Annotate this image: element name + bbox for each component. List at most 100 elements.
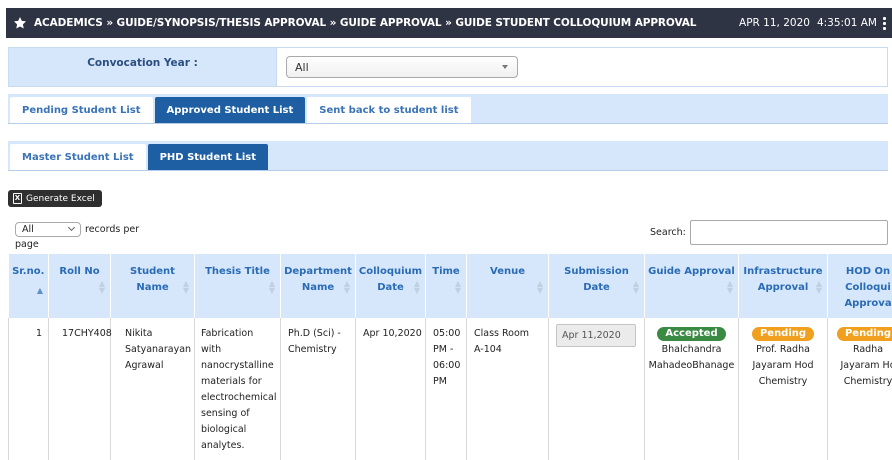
search-label: Search:	[650, 227, 686, 238]
column-header[interactable]: Student Name ▲ ▼	[110, 254, 195, 318]
table-row: 1 17CHY408 Nikita Satyanarayan Agrawal Fab…	[8, 318, 892, 460]
cell-line: electrochemical	[201, 392, 277, 403]
sort-icon: ▲ ▼	[268, 279, 275, 295]
sort-icon: ▲ ▼	[536, 279, 543, 295]
current-time: 4:35:01 AM	[816, 17, 877, 29]
program-tabs: Master Student List PHD Student List	[8, 141, 888, 171]
sort-icon: ▲ ▼	[182, 279, 189, 295]
cell-line: analytes.	[201, 440, 245, 451]
guide-status-badge: Accepted	[657, 327, 726, 341]
column-header-label: Approval	[757, 282, 809, 293]
records-per-page-text-2: page	[15, 239, 39, 250]
column-header[interactable]: Time ▲ ▼	[425, 254, 467, 318]
column-header-label: Approva	[844, 298, 892, 309]
tab-master-student-list[interactable]: Master Student List	[10, 144, 146, 170]
tab-approved-student-list[interactable]: Approved Student List	[154, 97, 306, 123]
cell-thesis-title: Fabrication with nanocrystalline materials …	[194, 318, 281, 460]
column-header[interactable]: HOD OnColloquiApprova▲▼	[827, 254, 892, 318]
column-header-label: Sr.no.	[12, 266, 45, 277]
cell-line: 06:00	[433, 360, 461, 371]
cell-line: Bhalchandra	[661, 344, 722, 355]
cell-guide-approval: Accepted Bhalchandra MahadeoBhanage	[644, 318, 739, 460]
cell-line: Prof. Radha	[756, 344, 810, 355]
cell-submission-date: Apr 11,2020	[548, 318, 645, 460]
table-header-row: Sr.no. ▲ Roll No ▲ ▼ Student Name ▲ ▼ Thesis Titl…	[8, 254, 892, 318]
records-per-page-text: records per	[85, 224, 140, 235]
table-search: Search:	[650, 220, 888, 245]
tab-pending-student-list[interactable]: Pending Student List	[10, 97, 153, 123]
sort-icon: ▲ ▼	[454, 279, 461, 295]
sort-icon: ▲ ▼	[343, 279, 350, 295]
search-input[interactable]	[689, 220, 888, 245]
column-header-label: Thesis Title	[205, 266, 270, 277]
column-header-label: Colloqui	[845, 282, 891, 293]
guide-approver: Bhalchandra MahadeoBhanage	[645, 342, 738, 374]
cell-line: Radha	[852, 344, 884, 355]
column-header[interactable]: Department Name ▲ ▼	[280, 254, 356, 318]
cell-line: Nikita	[125, 328, 153, 339]
column-header-label: Time	[432, 266, 460, 277]
column-header[interactable]: Roll No ▲ ▼	[48, 254, 111, 318]
column-header[interactable]: Thesis Title ▲ ▼	[194, 254, 281, 318]
cell-line: Class Room	[474, 328, 530, 339]
cell-line: biological	[201, 424, 247, 435]
status-tabs: Pending Student List Approved Student Li…	[8, 94, 888, 124]
cell-line: A-104	[474, 344, 502, 355]
cell-srno: 1	[8, 318, 49, 460]
sort-icon: ▲ ▼	[726, 279, 733, 295]
records-per-page-select[interactable]: All	[15, 222, 81, 237]
column-header[interactable]: Colloquium Date ▲ ▼	[355, 254, 426, 318]
column-header-label: Colloquium	[358, 266, 423, 277]
column-header-label: Student	[130, 266, 175, 277]
sort-icon: ▲ ▼	[632, 279, 639, 295]
column-header-label: Infrastructure	[743, 266, 823, 277]
student-table: Sr.no. ▲ Roll No ▲ ▼ Student Name ▲ ▼ Thesis Titl…	[8, 254, 892, 460]
column-header-label: Guide Approval	[648, 266, 735, 277]
cell-line: 05:00	[433, 328, 461, 339]
tab-phd-student-list[interactable]: PHD Student List	[147, 144, 269, 170]
sort-icon: ▲ ▼	[413, 279, 420, 295]
cell-line: Agrawal	[125, 360, 164, 371]
cell-line: Jayaram Hod	[752, 360, 814, 371]
cell-venue: Class Room A-104	[466, 318, 549, 460]
star-icon[interactable]	[6, 16, 34, 30]
generate-excel-button[interactable]: X Generate Excel	[8, 190, 102, 207]
cell-line: Chemistry	[288, 344, 337, 355]
column-header-label: HOD On	[845, 266, 891, 277]
cell-infrastructure-approval: Pending Prof. Radha Jayaram Hod Chemistry	[738, 318, 828, 460]
column-header-label: Name	[136, 282, 169, 293]
cell-line: sensing of	[201, 408, 250, 419]
convocation-year-value: All	[295, 60, 309, 74]
generate-excel-label: Generate Excel	[26, 193, 95, 204]
excel-file-icon: X	[13, 193, 22, 204]
cell-student-name: Nikita Satyanarayan Agrawal	[110, 318, 195, 460]
submission-date-field: Apr 11,2020	[556, 324, 636, 347]
column-header[interactable]: Guide Approval ▲ ▼	[644, 254, 739, 318]
column-header[interactable]: Submission Date ▲ ▼	[548, 254, 645, 318]
cell-line: PM -	[433, 344, 454, 355]
convocation-year-label: Convocation Year :	[9, 48, 277, 86]
sort-icon: ▲ ▼	[815, 279, 822, 295]
column-header[interactable]: Infrastructure Approval ▲ ▼	[738, 254, 828, 318]
column-header-label: Venue	[490, 266, 525, 277]
breadcrumb: ACADEMICS » GUIDE/SYNOPSIS/THESIS APPROV…	[34, 17, 697, 29]
cell-colloquium-date: Apr 10,2020	[355, 318, 426, 460]
infra-approver: Prof. Radha Jayaram Hod Chemistry	[739, 342, 827, 390]
cell-line: PM	[433, 376, 447, 387]
column-header[interactable]: Sr.no. ▲	[8, 254, 49, 318]
cell-department: Ph.D (Sci) - Chemistry	[280, 318, 356, 460]
cell-line: materials for	[201, 376, 262, 387]
cell-line: Chemistry	[758, 376, 808, 387]
column-header[interactable]: Venue ▲ ▼	[466, 254, 549, 318]
convocation-year-select[interactable]: All	[286, 56, 518, 78]
current-date: APR 11, 2020	[739, 17, 810, 29]
column-header-label: Submission	[564, 266, 629, 277]
column-header-label: Department	[284, 266, 352, 277]
infra-status-badge: Pending	[751, 327, 815, 341]
cell-line: Ph.D (Sci) -	[288, 328, 341, 339]
caret-down-icon	[502, 65, 508, 69]
hod-status-badge: Pending	[836, 327, 892, 341]
records-per-page-value: All	[22, 224, 34, 235]
tab-sent-back-student-list[interactable]: Sent back to student list	[307, 97, 471, 123]
more-menu-icon[interactable]	[883, 16, 886, 30]
